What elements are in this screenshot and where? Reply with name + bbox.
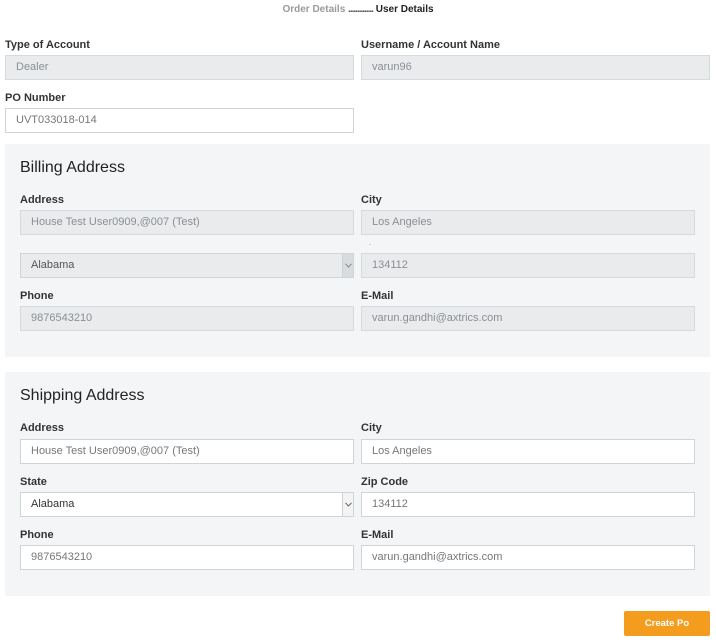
account-type-field: Dealer [5,55,354,80]
shipping-state-select[interactable]: Alabama [20,492,354,517]
billing-city-label: City [361,194,382,206]
step-separator: .............. [348,4,374,15]
shipping-zip-input[interactable]: 134112 [361,492,695,517]
account-type-label: Type of Account [5,39,90,51]
shipping-email-input[interactable]: varun.gandhi@axtrics.com [361,545,695,570]
billing-state-select: Alabama [20,253,354,278]
step-order-details[interactable]: Order Details [282,4,345,15]
billing-zip-field: 134112 [361,253,695,278]
po-number-input[interactable]: UVT033018-014 [5,108,354,133]
billing-email-field: varun.gandhi@axtrics.com [361,306,695,331]
shipping-state-value: Alabama [20,492,354,517]
shipping-address-input[interactable]: House Test User0909,@007 (Test) [20,439,354,464]
chevron-down-icon [342,254,353,277]
shipping-state-label: State [20,476,47,488]
create-po-button[interactable]: Create Po [624,611,710,636]
shipping-zip-label: Zip Code [361,476,409,488]
po-number-label: PO Number [5,92,66,104]
shipping-email-label: E-Mail [361,529,394,541]
shipping-phone-label: Phone [20,529,54,541]
shipping-city-input[interactable]: Los Angeles [361,439,695,464]
billing-zip-label: . [369,238,372,247]
billing-city-field: Los Angeles [361,210,695,235]
username-field: varun96 [361,55,710,80]
shipping-address-title: Shipping Address [20,387,145,404]
shipping-address-label: Address [20,422,65,434]
billing-address-title: Billing Address [20,159,125,176]
step-user-details[interactable]: User Details [376,4,434,15]
shipping-phone-input[interactable]: 9876543210 [20,545,354,570]
billing-address-label: Address [20,194,65,206]
billing-state-value: Alabama [20,253,354,278]
billing-phone-field: 9876543210 [20,306,354,331]
billing-phone-label: Phone [20,290,54,302]
chevron-down-icon [342,493,353,516]
billing-email-label: E-Mail [361,290,394,302]
shipping-city-label: City [361,422,382,434]
billing-address-field: House Test User0909,@007 (Test) [20,210,354,235]
step-indicator: Order Details .............. User Detail… [0,4,716,15]
username-label: Username / Account Name [361,39,500,51]
